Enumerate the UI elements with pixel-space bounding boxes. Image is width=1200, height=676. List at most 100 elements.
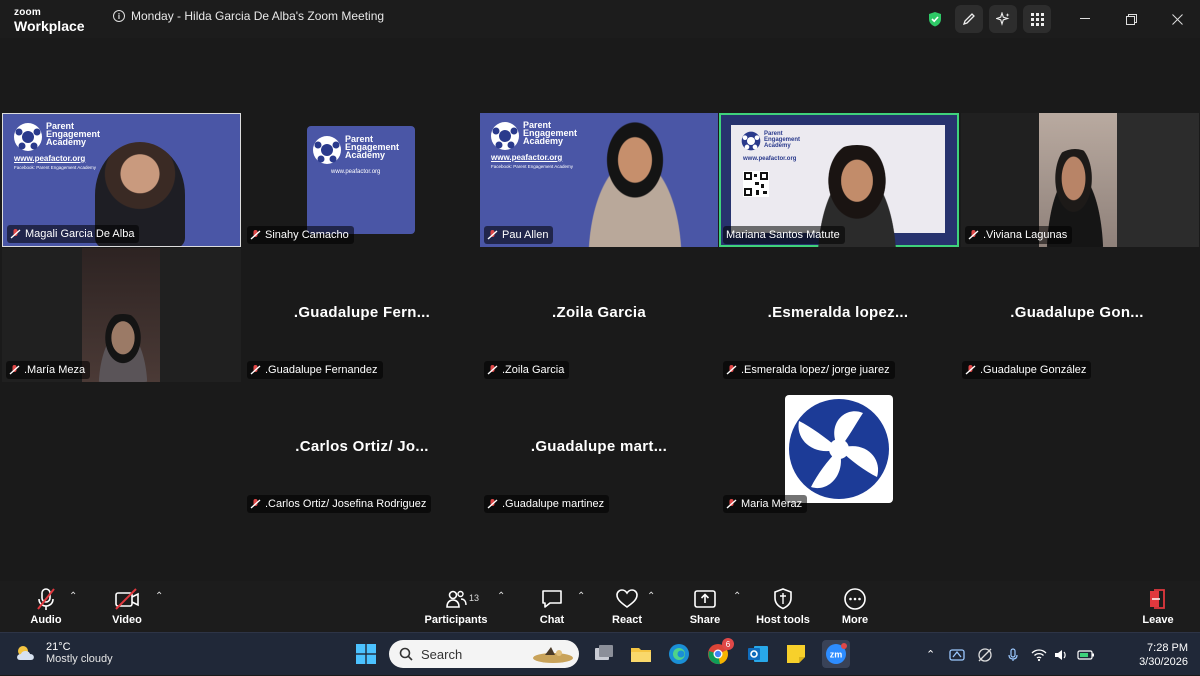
- weather-temp: 21°C: [46, 641, 71, 653]
- participant-name-tag: .Esmeralda lopez/ jorge juarez: [723, 361, 895, 379]
- mic-muted-icon: [250, 364, 261, 376]
- svg-text:zm: zm: [830, 650, 843, 660]
- mic-muted-icon: [10, 228, 21, 240]
- slide-url: www.peafactor.org: [331, 169, 381, 175]
- participant-name-tag: Magali Garcia De Alba: [7, 225, 140, 243]
- video-button[interactable]: Video: [92, 587, 162, 626]
- participants-icon: [446, 590, 467, 608]
- leave-door-icon: [1150, 589, 1165, 609]
- security-shield-icon[interactable]: [918, 2, 952, 36]
- zoom-app-icon[interactable]: zm: [822, 640, 850, 668]
- mic-muted-icon: [250, 498, 261, 510]
- participants-button[interactable]: Participants: [421, 587, 491, 626]
- task-view-icon[interactable]: [592, 642, 616, 666]
- more-button[interactable]: More: [820, 587, 890, 626]
- pea-soccer-logo-icon: [14, 123, 42, 151]
- participant-name-tag: Maria Meraz: [723, 495, 808, 513]
- mic-muted-icon: [487, 229, 498, 241]
- windows-logo-icon: [356, 644, 376, 664]
- participant-display-name: .Guadalupe mart...: [530, 438, 668, 455]
- sticky-notes-icon[interactable]: [784, 642, 808, 666]
- video-options-caret[interactable]: ⌃: [155, 591, 163, 602]
- host-tools-button[interactable]: Host tools: [748, 587, 818, 626]
- mic-muted-icon: [726, 498, 737, 510]
- participant-name-tag: .Carlos Ortiz/ Josefina Rodriguez: [247, 495, 432, 513]
- mic-muted-icon: [250, 229, 261, 241]
- slide-org-line3: Academy: [523, 136, 564, 146]
- participant-tile-active-speaker[interactable]: Parent Engagement Academy www.peafactor.…: [719, 113, 959, 247]
- pea-flower-logo-icon: [789, 399, 889, 499]
- share-screen-icon: [694, 590, 716, 608]
- participant-tile[interactable]: .Guadalupe Gon... .Guadalupe González: [958, 248, 1196, 382]
- search-highlight-image-icon: [533, 647, 573, 663]
- mic-muted-icon: [487, 364, 498, 376]
- network-off-icon[interactable]: [977, 647, 993, 663]
- volume-icon[interactable]: [1053, 647, 1069, 663]
- meeting-controls: Audio ⌃ Video ⌃ Participants 13 ⌃ Chat ⌃…: [0, 581, 1200, 632]
- participant-tile[interactable]: Maria Meraz: [719, 382, 957, 516]
- slide-org-line3: Academy: [764, 143, 791, 149]
- slide-facebook: Facebook: Parent Engagement Academy: [491, 164, 574, 169]
- participant-video: [92, 314, 154, 382]
- weather-widget[interactable]: 21°C Mostly cloudy: [14, 641, 113, 665]
- participant-video: [570, 119, 700, 247]
- participant-name-tag: .Viviana Lagunas: [965, 226, 1073, 244]
- battery-charging-icon[interactable]: [1077, 647, 1095, 663]
- camera-off-icon: [115, 588, 139, 610]
- participant-name-tag: .María Meza: [6, 361, 91, 379]
- participants-options-caret[interactable]: ⌃: [497, 591, 505, 602]
- react-options-caret[interactable]: ⌃: [647, 591, 655, 602]
- chrome-browser-icon[interactable]: 6: [706, 638, 734, 666]
- clock-time: 7:28 PM: [1147, 642, 1188, 654]
- participant-tile[interactable]: .Guadalupe mart... .Guadalupe martinez: [480, 382, 718, 516]
- pea-soccer-logo-icon: [741, 131, 761, 151]
- restore-icon[interactable]: [1108, 0, 1154, 38]
- brand-line1: zoom: [14, 7, 41, 18]
- ai-sparkle-icon[interactable]: [989, 5, 1017, 33]
- chat-options-caret[interactable]: ⌃: [577, 591, 585, 602]
- title-bar: zoom Workplace i Monday - Hilda Garcia D…: [0, 0, 1200, 38]
- apps-grid-icon[interactable]: [1023, 5, 1051, 33]
- participant-display-name: .Carlos Ortiz/ Jo...: [295, 438, 429, 455]
- participant-display-name: .Guadalupe Gon...: [1010, 304, 1144, 321]
- participant-tile[interactable]: Parent Engagement Academy www.peafactor.…: [480, 113, 718, 247]
- share-options-caret[interactable]: ⌃: [733, 591, 741, 602]
- participant-display-name: .Esmeralda lopez...: [767, 304, 909, 321]
- show-hidden-icons-caret[interactable]: ⌃: [926, 648, 935, 661]
- taskbar-clock[interactable]: 7:28 PM 3/30/2026: [1139, 641, 1188, 669]
- edit-pencil-icon[interactable]: [955, 5, 983, 33]
- zoom-workplace-logo: zoom Workplace: [14, 7, 85, 35]
- participant-tile[interactable]: .Esmeralda lopez... .Esmeralda lopez/ jo…: [719, 248, 957, 382]
- microphone-tray-icon[interactable]: [1005, 647, 1021, 663]
- share-button[interactable]: Share: [670, 587, 740, 626]
- participant-name-tag: .Guadalupe martinez: [484, 495, 610, 513]
- clock-date: 3/30/2026: [1139, 656, 1188, 668]
- windows-taskbar: 21°C Mostly cloudy Search 6 zm ⌃ 7:28 PM…: [0, 632, 1200, 675]
- taskbar-search[interactable]: Search: [389, 640, 579, 668]
- edge-browser-icon[interactable]: [667, 642, 691, 666]
- wifi-icon[interactable]: [1031, 647, 1047, 663]
- minimize-icon[interactable]: [1062, 0, 1108, 38]
- onedrive-icon[interactable]: [949, 647, 965, 663]
- outlook-icon[interactable]: [746, 642, 770, 666]
- participant-tile[interactable]: Parent Engagement Academy www.peafactor.…: [243, 113, 481, 247]
- close-icon[interactable]: [1154, 0, 1200, 38]
- chrome-notification-badge: 6: [722, 638, 734, 650]
- participant-tile[interactable]: .Zoila Garcia .Zoila Garcia: [480, 248, 718, 382]
- participant-tile[interactable]: Parent Engagement Academy www.peafactor.…: [2, 113, 241, 247]
- participant-tile[interactable]: .María Meza: [2, 248, 241, 382]
- participant-name-tag: Pau Allen: [484, 226, 554, 244]
- pea-soccer-logo-icon: [313, 136, 341, 164]
- participant-name-tag: .Guadalupe González: [962, 361, 1092, 379]
- meeting-info[interactable]: i Monday - Hilda Garcia De Alba's Zoom M…: [113, 9, 384, 23]
- qr-code-icon: [743, 171, 769, 197]
- mic-muted-icon: [37, 588, 55, 610]
- info-icon[interactable]: i: [113, 10, 125, 22]
- file-explorer-icon[interactable]: [629, 642, 653, 666]
- participant-tile[interactable]: .Carlos Ortiz/ Jo... .Carlos Ortiz/ Jose…: [243, 382, 481, 516]
- audio-options-caret[interactable]: ⌃: [69, 591, 77, 602]
- start-button[interactable]: [356, 644, 376, 664]
- leave-button[interactable]: Leave: [1123, 587, 1193, 626]
- participant-tile[interactable]: .Guadalupe Fern... .Guadalupe Fernandez: [243, 248, 481, 382]
- participant-tile[interactable]: .Viviana Lagunas: [961, 113, 1199, 247]
